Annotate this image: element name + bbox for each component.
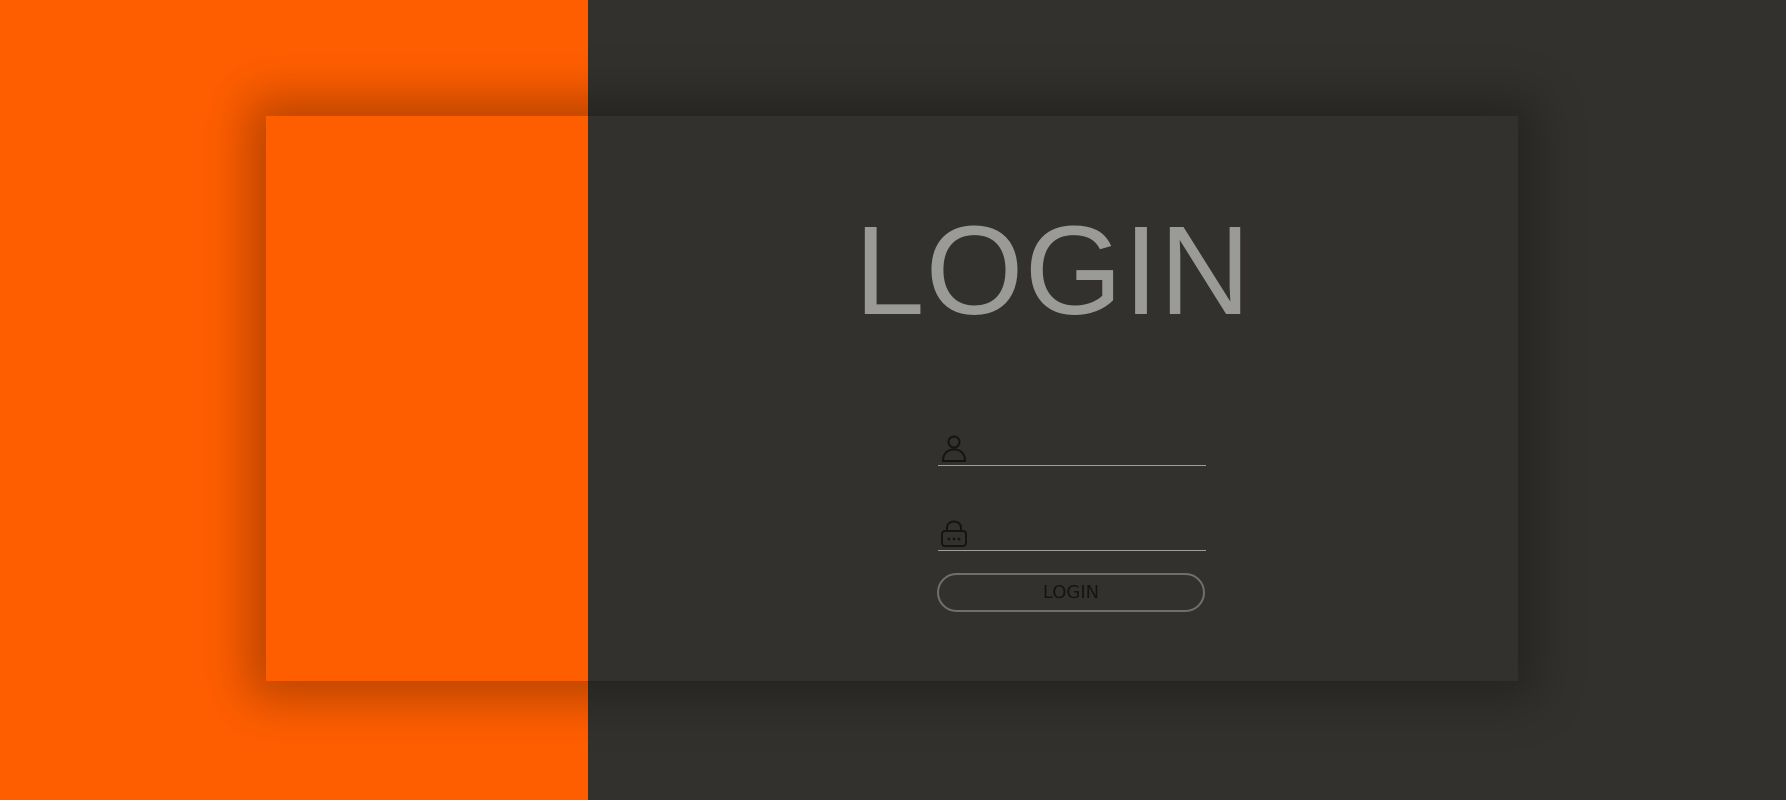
login-card: LOGIN: [266, 116, 1518, 681]
login-title: LOGIN: [854, 200, 1252, 341]
login-button[interactable]: LOGIN: [937, 573, 1205, 612]
login-card-accent-side: [266, 116, 588, 681]
password-input[interactable]: [974, 518, 1202, 548]
username-input[interactable]: [974, 433, 1202, 463]
username-field: [938, 425, 1206, 466]
lock-icon: [939, 518, 969, 548]
password-field: [938, 510, 1206, 551]
user-icon: [939, 433, 969, 463]
